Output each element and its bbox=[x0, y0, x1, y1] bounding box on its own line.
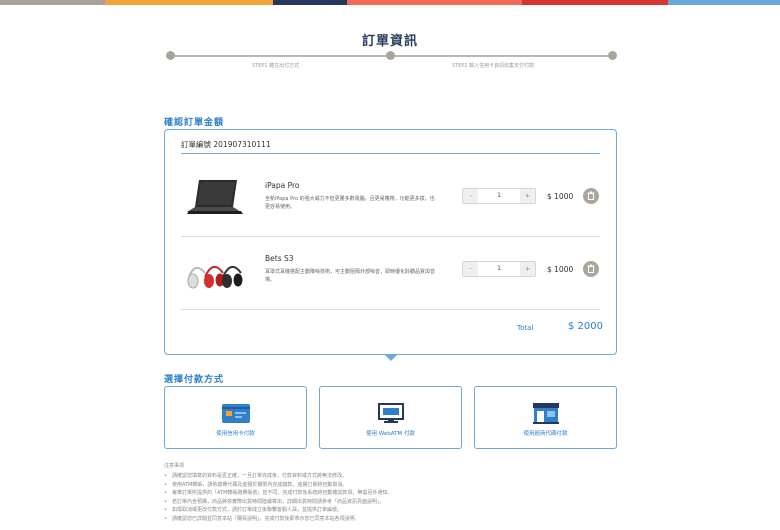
order-section-title: 確認訂單金額 bbox=[164, 118, 225, 128]
increase-quantity-button[interactable]: + bbox=[520, 189, 535, 203]
pay-credit-card-option[interactable]: 使用信用卡付款 bbox=[164, 386, 307, 449]
increase-quantity-button[interactable]: + bbox=[520, 262, 535, 276]
page-title: 訂單資訊 bbox=[361, 34, 418, 49]
step-progress: STEP1 確在出付方式 STEP2 輸入信用卡資訊收集支付付款 bbox=[166, 51, 617, 71]
product-image-tablet bbox=[185, 174, 247, 224]
cart-item: iPapa Pro 全新iPapa Pro 的強大威力不但更勝多數電腦，且更易攜… bbox=[181, 164, 600, 234]
note-item: 請確認您填寫的資料是否正確，一旦訂單完成後，付款資料或方式將無法修改。 bbox=[164, 472, 624, 481]
note-item: 每筆訂單所提供的「ATM轉帳繳費帳號」皆不同，完成付款後系統將自動確認款項，無需… bbox=[164, 489, 624, 498]
product-description: 耳罩式耳機搭配主動降噪技術，可主動阻隔外部噪音，即時優化聆聽品質與音場。 bbox=[265, 269, 436, 283]
product-name: Bets S3 bbox=[265, 254, 294, 263]
total-label: Total bbox=[517, 324, 534, 332]
decrease-quantity-button[interactable]: - bbox=[463, 262, 478, 276]
quantity-input[interactable]: 1 bbox=[478, 189, 520, 203]
pay-option-label: 使用信用卡付款 bbox=[216, 431, 255, 437]
color-segment bbox=[668, 0, 780, 5]
delete-item-button[interactable] bbox=[583, 261, 599, 277]
note-item: 請確認您已詳閱並同意本站「購買說明」，完成付款後即表示您已同意本站各項說明。 bbox=[164, 515, 624, 524]
step-dot-middle bbox=[386, 51, 395, 60]
product-name: iPapa Pro bbox=[265, 181, 300, 190]
quantity-stepper: - 1 + bbox=[462, 188, 536, 204]
pay-webatm-option[interactable]: 使用 WebATM 付款 bbox=[319, 386, 462, 449]
step-dot-end bbox=[608, 51, 617, 60]
chevron-down-icon bbox=[385, 355, 397, 361]
color-segment bbox=[105, 0, 273, 5]
credit-card-icon bbox=[221, 402, 251, 424]
decrease-quantity-button[interactable]: - bbox=[463, 189, 478, 203]
step-2-label: STEP2 輸入信用卡資訊收集支付付款 bbox=[452, 63, 535, 69]
pay-option-label: 使用 WebATM 付款 bbox=[366, 431, 415, 437]
step-1-label: STEP1 確在出付方式 bbox=[252, 63, 300, 69]
delete-item-button[interactable] bbox=[583, 188, 599, 204]
color-segment bbox=[0, 0, 105, 5]
notes-section: 注意事項 請確認您填寫的資料是否正確，一旦訂單完成後，付款資料或方式將無法修改。… bbox=[164, 462, 624, 523]
notes-title: 注意事項 bbox=[164, 463, 185, 469]
note-item: 使用ATM轉帳，請依繳費代碼及金額於期限內完成繳款，逾期訂單將自動取消。 bbox=[164, 481, 624, 490]
product-image-headphones bbox=[185, 247, 247, 297]
note-item: 如需取消或更改付款方式，請於訂單成立後聯繫客服人員，並提供訂單編號。 bbox=[164, 506, 624, 515]
item-price: $ 1000 bbox=[547, 192, 574, 201]
payment-section-title: 選擇付款方式 bbox=[164, 375, 225, 385]
divider bbox=[181, 153, 600, 154]
item-divider bbox=[181, 309, 600, 310]
cart-item: Bets S3 耳罩式耳機搭配主動降噪技術，可主動阻隔外部噪音，即時優化聆聽品質… bbox=[181, 237, 600, 307]
order-summary-box: 訂單編號 201907310111 iPapa Pro 全新iPapa Pro … bbox=[164, 129, 617, 361]
color-segment bbox=[522, 0, 668, 5]
item-price: $ 1000 bbox=[547, 265, 574, 274]
quantity-stepper: - 1 + bbox=[462, 261, 536, 277]
quantity-input[interactable]: 1 bbox=[478, 262, 520, 276]
note-item: 若訂單內含預購，商品將依實際出貨時間陸續寄出，詳細出貨時間請參考「商品資訊頁面說… bbox=[164, 498, 624, 507]
pay-option-label: 使用超商代碼付款 bbox=[523, 431, 568, 437]
product-description: 全新iPapa Pro 的強大威力不但更勝多數電腦，且更易攜帶。功能更多樣，也更… bbox=[265, 196, 435, 210]
step-dot-start bbox=[166, 51, 175, 60]
convenience-store-icon bbox=[531, 402, 561, 424]
pay-convenience-store-option[interactable]: 使用超商代碼付款 bbox=[474, 386, 617, 449]
notes-list: 請確認您填寫的資料是否正確，一旦訂單完成後，付款資料或方式將無法修改。 使用AT… bbox=[164, 472, 624, 523]
top-color-bar bbox=[0, 0, 780, 5]
order-number: 訂單編號 201907310111 bbox=[181, 140, 271, 149]
color-segment bbox=[347, 0, 522, 5]
webatm-icon bbox=[376, 402, 406, 424]
trash-icon bbox=[587, 264, 595, 273]
color-segment bbox=[273, 0, 347, 5]
total-value: $ 2000 bbox=[568, 321, 603, 332]
trash-icon bbox=[587, 191, 595, 200]
